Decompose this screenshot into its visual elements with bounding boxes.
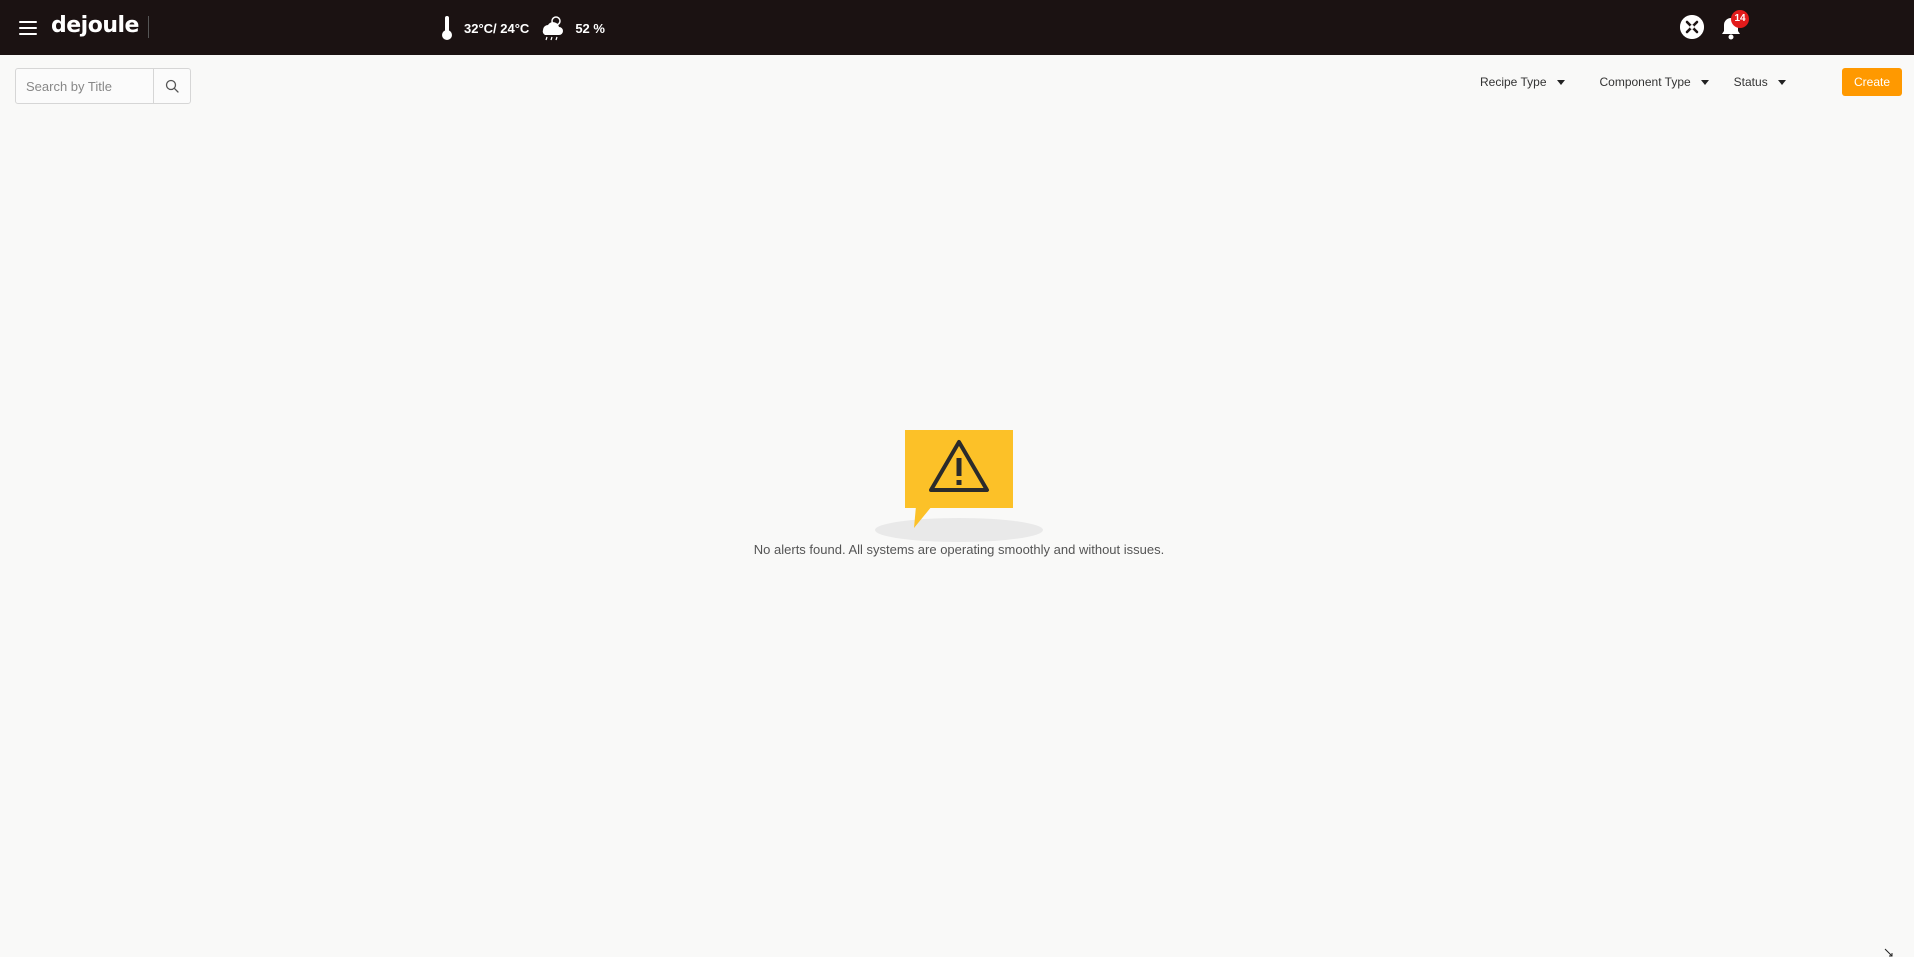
search-box xyxy=(15,68,191,104)
search-button[interactable] xyxy=(153,69,190,103)
status-label: Status xyxy=(1733,75,1768,89)
top-navigation-bar: dejoule 32°C/ 24°C 52 % 14 xyxy=(0,0,1914,55)
chevron-down-icon xyxy=(1777,79,1786,85)
status-dropdown[interactable]: Status xyxy=(1734,75,1786,89)
component-type-label: Component Type xyxy=(1599,75,1691,89)
empty-state-message: No alerts found. All systems are operati… xyxy=(753,542,1165,557)
recipe-type-label: Recipe Type xyxy=(1480,75,1547,89)
recipe-type-dropdown[interactable]: Recipe Type xyxy=(1480,75,1565,89)
create-button[interactable]: Create xyxy=(1842,68,1902,96)
temperature-range: 32°C/ 24°C xyxy=(464,20,530,36)
weather-cloud-rain-icon xyxy=(543,16,564,41)
logo-divider xyxy=(148,16,149,38)
weather-widget: 32°C/ 24°C 52 % xyxy=(440,14,605,42)
app-logo[interactable]: dejoule xyxy=(51,13,139,38)
resize-cursor-icon xyxy=(1884,948,1893,957)
search-input[interactable] xyxy=(16,69,153,103)
chevron-down-icon xyxy=(1556,79,1565,85)
notification-badge: 14 xyxy=(1731,10,1749,28)
component-type-dropdown[interactable]: Component Type xyxy=(1600,75,1709,89)
chevron-down-icon xyxy=(1700,79,1709,85)
warning-illustration-icon xyxy=(875,430,1043,542)
tools-icon[interactable] xyxy=(1680,15,1704,39)
filter-bar: Recipe Type Component Type Status xyxy=(1480,68,1786,96)
thermometer-icon xyxy=(442,16,452,40)
menu-icon[interactable] xyxy=(19,19,37,37)
humidity-value: 52 % xyxy=(575,20,605,36)
search-icon xyxy=(165,79,179,93)
